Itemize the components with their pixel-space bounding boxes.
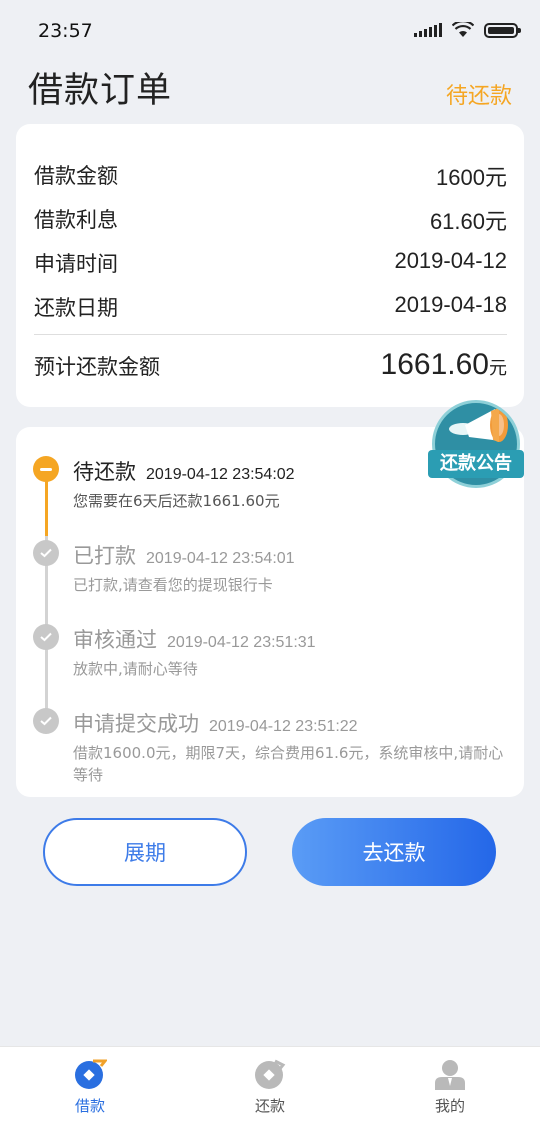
summary-divider <box>34 334 507 335</box>
check-dot-icon <box>33 624 59 650</box>
total-repay-label: 预计还款金额 <box>34 355 160 379</box>
tab-loan-label: 借款 <box>74 1097 105 1115</box>
tab-mine-label: 我的 <box>434 1097 465 1115</box>
status-icons <box>414 22 521 38</box>
timeline-desc: 您需要在6天后还款1661.60元 <box>73 492 280 510</box>
repay-date-value: 2019-04-18 <box>394 292 507 317</box>
check-dot-icon <box>33 540 59 566</box>
timeline-time: 2019-04-12 23:54:02 <box>146 466 295 483</box>
notice-label: 还款公告 <box>428 450 524 478</box>
timeline-desc: 借款1600.0元，期限7天，综合费用61.6元，系统审核中,请耐心等待 <box>73 744 504 784</box>
bottom-tab-bar: 借款 还款 我的 <box>0 1046 540 1124</box>
signal-icon <box>414 23 442 37</box>
repay-icon <box>255 1059 286 1089</box>
tab-repay[interactable]: 还款 <box>180 1047 360 1124</box>
check-dot-icon <box>33 708 59 734</box>
timeline-time: 2019-04-12 23:51:22 <box>209 718 358 735</box>
loan-icon <box>75 1059 107 1089</box>
total-repay-value: 1661.60 <box>380 348 489 381</box>
timeline-desc: 放款中,请耐心等待 <box>73 660 198 678</box>
timeline-desc: 已打款,请查看您的提现银行卡 <box>73 576 273 594</box>
tab-loan[interactable]: 借款 <box>0 1047 180 1124</box>
wifi-icon <box>452 22 474 37</box>
status-time: 23:57 <box>38 20 93 42</box>
apply-date-value: 2019-04-12 <box>394 248 507 273</box>
loan-interest-value: 61.60元 <box>429 209 507 234</box>
apply-date-row: 申请时间 2019-04-12 <box>34 248 507 278</box>
timeline-title: 已打款 <box>73 544 136 568</box>
tab-repay-label: 还款 <box>254 1097 285 1115</box>
loan-summary-card: 借款金额 1600元 借款利息 61.60元 申请时间 2019-04-12 还… <box>16 124 524 407</box>
loan-amount-label: 借款金额 <box>34 164 118 188</box>
user-icon <box>435 1060 465 1090</box>
battery-icon <box>484 22 521 38</box>
repay-button[interactable]: 去还款 <box>292 818 496 886</box>
loan-interest-row: 借款利息 61.60元 <box>34 204 507 236</box>
repay-notice-badge[interactable]: 还款公告 <box>428 398 524 490</box>
repay-date-row: 还款日期 2019-04-18 <box>34 292 507 322</box>
loan-amount-value: 1600元 <box>436 165 507 190</box>
timeline-time: 2019-04-12 23:51:31 <box>167 634 316 651</box>
timeline-title: 申请提交成功 <box>73 712 199 736</box>
tab-mine[interactable]: 我的 <box>360 1047 540 1124</box>
loan-amount-row: 借款金额 1600元 <box>34 160 507 192</box>
total-repay-amount: 1661.60元 <box>381 348 507 382</box>
extend-button[interactable]: 展期 <box>43 818 247 886</box>
repay-date-label: 还款日期 <box>34 296 118 320</box>
total-repay-unit: 元 <box>489 358 507 379</box>
timeline-time: 2019-04-12 23:54:01 <box>146 550 295 567</box>
total-repay-row: 预计还款金额 1661.60元 <box>34 348 507 382</box>
pending-dot-icon <box>33 456 59 482</box>
timeline-title: 审核通过 <box>73 628 157 652</box>
order-status-tag: 待还款 <box>445 84 512 109</box>
page-title: 借款订单 <box>28 71 173 111</box>
apply-date-label: 申请时间 <box>34 252 118 276</box>
status-bar: 23:57 <box>0 0 540 60</box>
timeline-title: 待还款 <box>73 460 136 484</box>
loan-interest-label: 借款利息 <box>34 208 118 232</box>
